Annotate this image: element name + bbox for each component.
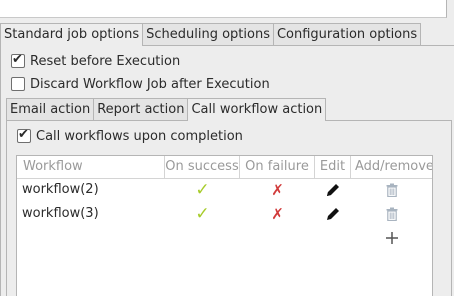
tab-call-workflow-action[interactable]: Call workflow action	[187, 98, 327, 121]
column-header-add-remove[interactable]: Add/remove	[351, 156, 432, 178]
workflow-table: Workflow On success On failure Edit Add/…	[16, 155, 433, 296]
table-header: Workflow On success On failure Edit Add/…	[17, 156, 432, 179]
checkmark-icon: ✔	[18, 127, 29, 142]
failure-x-icon[interactable]: ✗	[240, 178, 315, 202]
tab-email-action[interactable]: Email action	[6, 98, 95, 120]
tab-scheduling-options[interactable]: Scheduling options	[142, 23, 274, 45]
column-header-on-failure[interactable]: On failure	[240, 156, 315, 178]
table-row-workflow-name[interactable]: workflow(3)	[22, 202, 99, 226]
column-header-workflow[interactable]: Workflow	[17, 156, 165, 178]
success-check-icon[interactable]: ✓	[165, 178, 240, 202]
outer-tab-bar: Standard job options Scheduling options …	[0, 23, 422, 46]
failure-x-icon[interactable]: ✗	[240, 202, 315, 226]
discard-workflow-job-option[interactable]: Discard Workflow Job after Execution	[11, 75, 270, 93]
reset-before-execution-label: Reset before Execution	[30, 53, 181, 69]
checkmark-icon: ✔	[12, 52, 23, 67]
column-header-on-success[interactable]: On success	[165, 156, 240, 178]
call-workflows-checkbox[interactable]: ✔	[17, 127, 31, 143]
edit-pencil-icon[interactable]	[315, 202, 351, 230]
call-workflows-option[interactable]: ✔ Call workflows upon completion	[17, 127, 243, 145]
call-workflows-label: Call workflows upon completion	[36, 128, 243, 144]
column-header-edit[interactable]: Edit	[315, 156, 351, 178]
reset-before-execution-option[interactable]: ✔ Reset before Execution	[11, 52, 180, 70]
discard-workflow-job-checkbox[interactable]	[11, 77, 25, 91]
discard-workflow-job-label: Discard Workflow Job after Execution	[30, 76, 270, 92]
add-workflow-plus-icon[interactable]	[351, 226, 432, 256]
tab-standard-job-options[interactable]: Standard job options	[0, 23, 144, 46]
table-row-workflow-name[interactable]: workflow(2)	[22, 178, 99, 202]
top-panel	[0, 0, 447, 18]
success-check-icon[interactable]: ✓	[165, 202, 240, 226]
inner-tab-bar: Email action Report action Call workflow…	[6, 98, 327, 121]
reset-before-execution-checkbox[interactable]: ✔	[11, 52, 25, 68]
tab-report-action[interactable]: Report action	[93, 98, 189, 120]
tab-configuration-options[interactable]: Configuration options	[272, 23, 422, 45]
